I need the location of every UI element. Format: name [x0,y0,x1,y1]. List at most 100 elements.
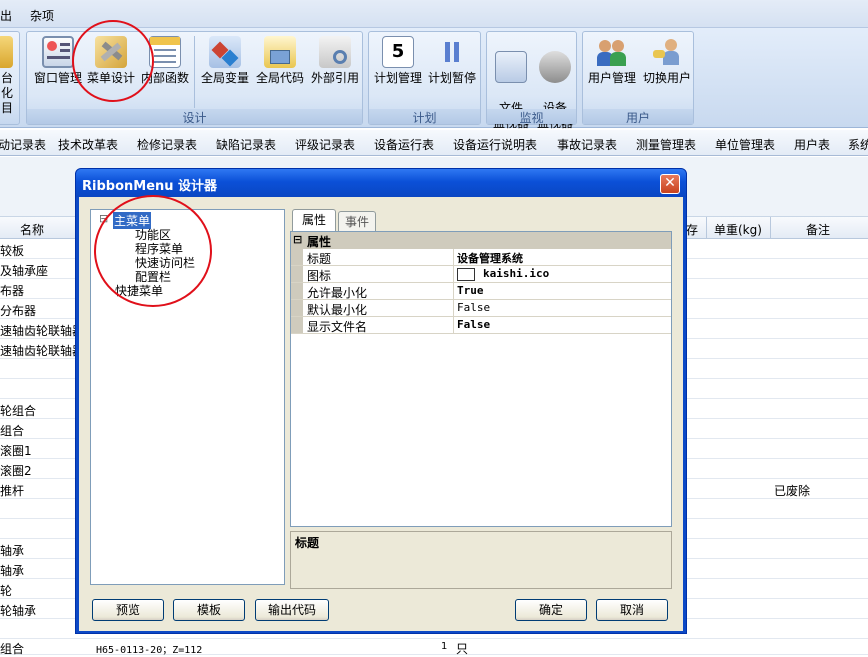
global-var-icon [209,36,241,68]
preview-button[interactable]: 预览 [92,599,164,621]
tab-accident-record[interactable]: 事故记录表 [557,136,617,153]
ribbon-group-plan: 5 计划管理 计划暂停 计划 [368,31,481,125]
global-var-button[interactable]: 全局变量 [197,34,253,86]
property-name: 显示文件名 [307,320,368,334]
cell-name: 轮组合 [0,404,37,418]
property-row-default-minimize[interactable]: 默认最小化 False [291,300,671,317]
tab-device-run[interactable]: 设备运行表 [374,136,434,153]
dialog-title-bar[interactable]: RibbonMenu 设计器 ✕ [76,169,686,197]
property-description-panel: 标题 [290,531,672,589]
cell-name: 轮 [0,584,13,598]
tab-properties[interactable]: 属性 [292,209,336,232]
property-row-show-filename[interactable]: 显示文件名 False [291,317,671,334]
property-description-title: 标题 [295,536,320,550]
menu-item-partial[interactable]: 出 [0,7,12,24]
tab-rating-record[interactable]: 评级记录表 [295,136,355,153]
tab-device-run-desc[interactable]: 设备运行说明表 [453,136,537,153]
user-manage-button[interactable]: 用户管理 [585,34,639,86]
icon-swatch [457,268,475,281]
property-name: 标题 [307,252,332,266]
export-code-button[interactable]: 输出代码 [255,599,329,621]
external-ref-label: 外部引用 [310,71,359,85]
property-category[interactable]: ⊟ 属性 [291,232,671,249]
property-row-icon[interactable]: 图标 kaishi.ico [291,266,671,283]
plan-manage-label: 计划管理 [373,71,422,85]
property-value[interactable]: False [457,301,490,314]
property-row-allow-minimize[interactable]: 允许最小化 True [291,283,671,300]
menu-item-misc[interactable]: 杂项 [30,7,54,24]
property-value[interactable]: kaishi.ico [483,267,549,280]
partial-button[interactable]: 台化 目 [0,34,17,116]
window-manage-icon [42,36,74,68]
cell-remark: 已废除 [774,484,811,498]
ribbon-group-monitor: 文件 监视器 设备 监视器 监视 [486,31,577,130]
cell-name: 及轴承座 [0,264,49,278]
tab-defect-record[interactable]: 缺陷记录表 [216,136,276,153]
property-name: 允许最小化 [307,286,368,300]
property-name: 图标 [307,269,332,283]
tab-tech-reform[interactable]: 技术改革表 [58,136,118,153]
ribbon-group-partial: 台化 目 [0,31,20,125]
plan-manage-button[interactable]: 5 计划管理 [371,34,425,86]
switch-user-button[interactable]: 切换用户 [639,34,695,86]
plan-pause-button[interactable]: 计划暂停 [425,34,479,86]
switch-user-icon [651,36,683,68]
template-button[interactable]: 模板 [173,599,245,621]
ribbon-group-design-label: 设计 [27,109,362,125]
tab-run-record[interactable]: 动记录表 [0,136,46,153]
plan-pause-label: 计划暂停 [427,71,476,85]
ribbon-group-user-label: 用户 [583,109,693,125]
header-unit-weight[interactable]: 单重(kg) [714,221,762,238]
cell-name: 速轴齿轮联轴器 [0,344,85,358]
tab-unit-manage[interactable]: 单位管理表 [715,136,775,153]
global-code-button[interactable]: 全局代码 [253,34,307,86]
property-row-title[interactable]: 标题 设备管理系统 [291,249,671,266]
cell-unit: 只 [456,642,469,656]
global-code-icon [264,36,296,68]
cell-name: 推杆 [0,484,25,498]
property-name: 默认最小化 [307,303,368,317]
category-collapse-icon[interactable]: ⊟ [293,233,302,246]
plan-pause-icon [436,36,468,68]
tab-events[interactable]: 事件 [338,211,376,231]
external-ref-icon [319,36,351,68]
partial-icon [0,36,13,68]
dialog-title: RibbonMenu 设计器 [82,179,218,194]
tab-measure-manage[interactable]: 测量管理表 [636,136,696,153]
annotation-circle-menu-design [72,20,154,102]
cell-name: 轮轴承 [0,604,37,618]
cell-name: 布器 [0,284,25,298]
cell-name: 组合 [0,424,25,438]
cell-name: 速轴齿轮联轴器 [0,324,85,338]
cell-spec: H65-0113-20；Z=112 [96,645,203,656]
cell-name: 分布器 [0,304,37,318]
user-manage-label: 用户管理 [587,71,636,85]
ribbon-group-user: 用户管理 切换用户 用户 [582,31,694,125]
tab-system[interactable]: 系统 [848,136,868,153]
cell-name: 轴承 [0,544,25,558]
table-tab-strip: 动记录表 技术改革表 检修记录表 缺陷记录表 评级记录表 设备运行表 设备运行说… [0,130,868,156]
ribbon-group-monitor-label: 监视 [487,109,576,125]
close-icon[interactable]: ✕ [660,174,680,194]
tab-user-table[interactable]: 用户表 [794,136,830,153]
property-value[interactable]: True [457,284,484,297]
partial-label-2: 目 [0,101,13,115]
partial-label-1: 台化 [0,71,13,100]
tab-repair-record[interactable]: 检修记录表 [137,136,197,153]
cell-name: 组合 [0,642,25,656]
header-stock[interactable]: 存 [686,221,698,238]
cell-name: 较板 [0,244,25,258]
annotation-circle-tree [94,195,212,307]
ribbon-group-plan-label: 计划 [369,109,480,125]
global-code-label: 全局代码 [255,71,304,85]
external-ref-button[interactable]: 外部引用 [307,34,363,86]
property-grid: ⊟ 属性 标题 设备管理系统 图标 kaishi.ico 允许最小化 True [290,231,672,527]
cell-name: 轴承 [0,564,25,578]
property-value[interactable]: 设备管理系统 [457,250,523,266]
user-manage-icon [596,36,628,68]
header-remark[interactable]: 备注 [806,221,830,238]
property-value[interactable]: False [457,318,490,331]
cancel-button[interactable]: 取消 [596,599,668,621]
ok-button[interactable]: 确定 [515,599,587,621]
header-name[interactable]: 名称 [20,221,44,238]
